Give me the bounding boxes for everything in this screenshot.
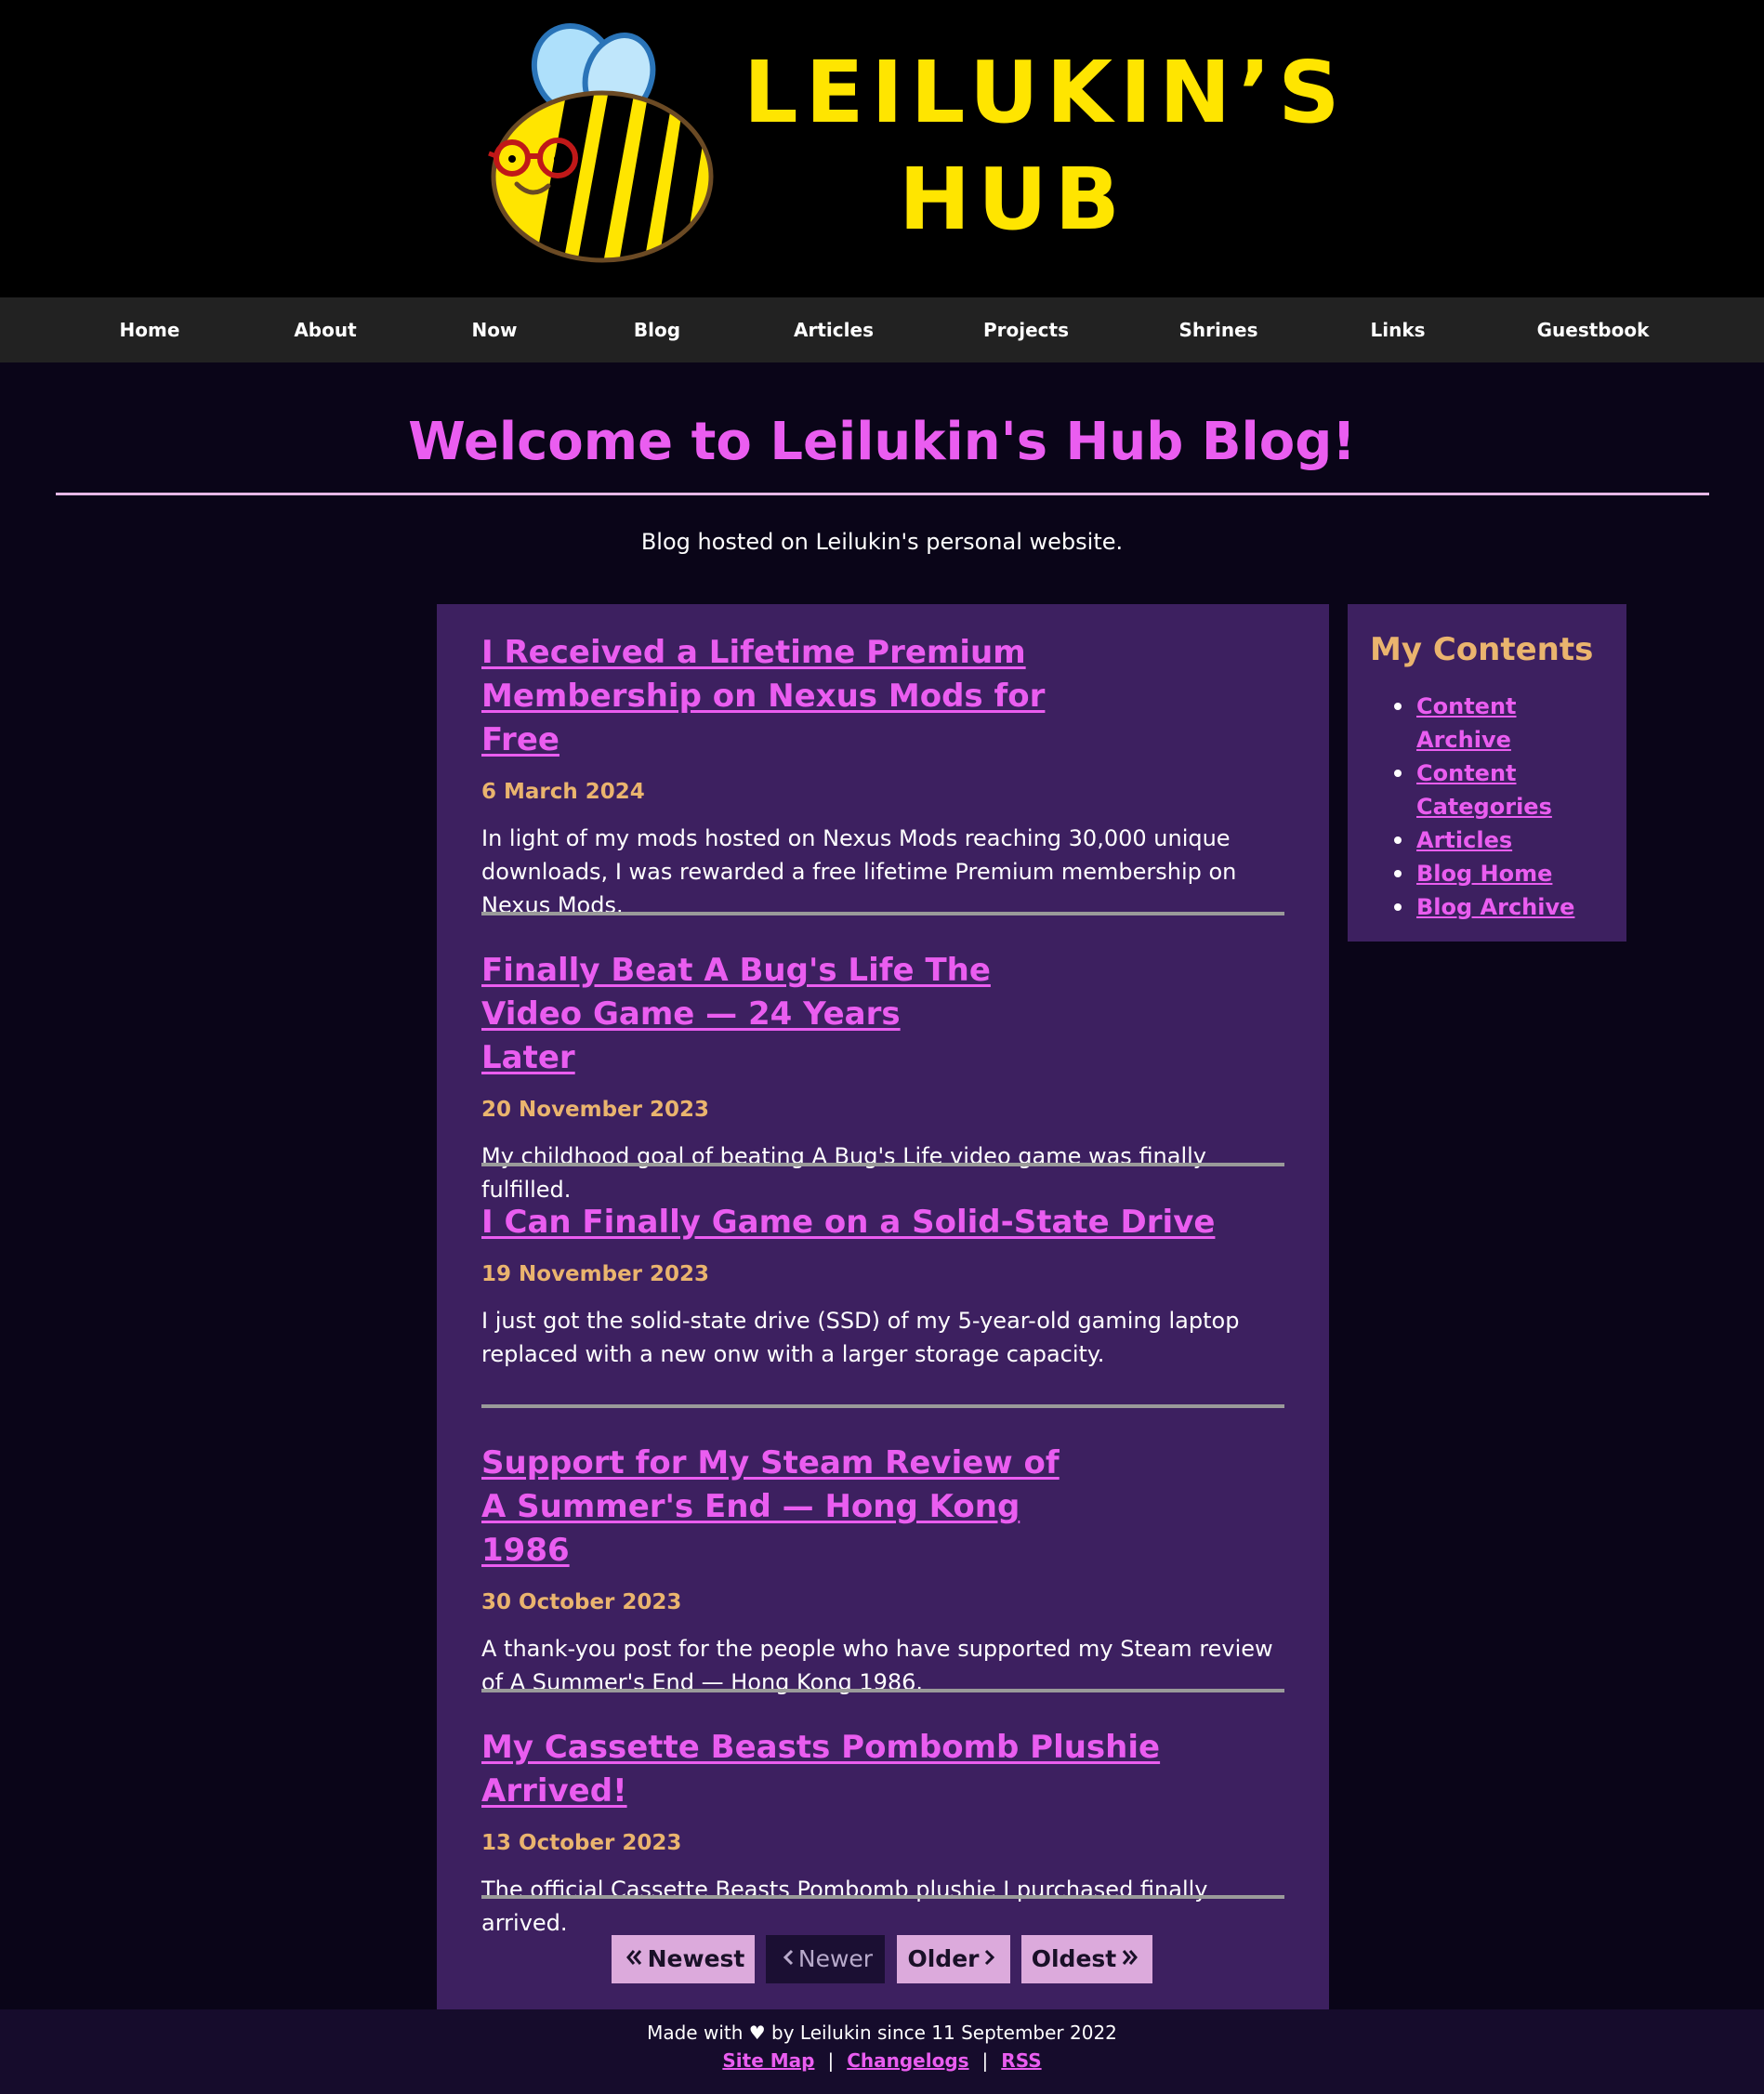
newest-label: Newest xyxy=(647,1945,745,1972)
nav-links[interactable]: Links xyxy=(1370,297,1425,362)
nav-home[interactable]: Home xyxy=(120,297,180,362)
double-chevron-left-icon xyxy=(625,1950,641,1965)
blog-post: My Cassette Beasts Pombomb Plushie Arriv… xyxy=(481,1726,1284,1940)
nav-articles[interactable]: Articles xyxy=(794,297,874,362)
sidebar-item-articles: Articles xyxy=(1394,823,1617,857)
bee-with-glasses-icon[interactable] xyxy=(481,19,723,265)
oldest-label: Oldest xyxy=(1031,1945,1117,1972)
sidebar-title: My Contents xyxy=(1370,631,1594,668)
post-date: 19 November 2023 xyxy=(481,1262,710,1286)
nav-about[interactable]: About xyxy=(294,297,356,362)
sidebar-item-content-categories: Content Categories xyxy=(1394,757,1617,823)
post-date: 20 November 2023 xyxy=(481,1098,710,1122)
sidebar-link-content-archive[interactable]: Content Archive xyxy=(1416,693,1517,753)
main-nav: Home About Now Blog Articles Projects Sh… xyxy=(0,297,1764,362)
post-divider xyxy=(481,1404,1284,1408)
nav-shrines[interactable]: Shrines xyxy=(1178,297,1257,362)
post-divider xyxy=(481,1689,1284,1692)
sidebar-my-contents: My Contents Content Archive Content Cate… xyxy=(1348,604,1626,942)
nav-now[interactable]: Now xyxy=(472,297,518,362)
sidebar-item-blog-home: Blog Home xyxy=(1394,857,1617,890)
blog-post: Finally Beat A Bug's Life The Video Game… xyxy=(481,949,1284,1206)
post-title-link[interactable]: My Cassette Beasts Pombomb Plushie Arriv… xyxy=(481,1726,1284,1813)
sidebar-item-blog-archive: Blog Archive xyxy=(1394,890,1617,924)
footer-separator: | xyxy=(981,2049,989,2072)
post-excerpt: In light of my mods hosted on Nexus Mods… xyxy=(481,825,1237,918)
post-title-link[interactable]: I Received a Lifetime Premium Membership… xyxy=(481,631,1095,762)
post-title-link[interactable]: I Can Finally Game on a Solid-State Driv… xyxy=(481,1201,1284,1245)
pagination: Newest Newer Older Oldest xyxy=(437,1935,1329,1983)
title-divider xyxy=(56,493,1709,495)
older-label: Older xyxy=(907,1945,980,1972)
site-title-line1: LEILUKIN’S xyxy=(744,43,1348,142)
post-divider xyxy=(481,1163,1284,1166)
post-excerpt: My childhood goal of beating A Bug's Lif… xyxy=(481,1143,1207,1203)
footer-link-changelogs[interactable]: Changelogs xyxy=(847,2049,968,2072)
post-excerpt: The official Cassette Beasts Pombomb plu… xyxy=(481,1877,1208,1936)
site-title: LEILUKIN’S HUB xyxy=(744,39,1348,253)
older-button[interactable]: Older xyxy=(897,1935,1010,1983)
site-header: LEILUKIN’S HUB xyxy=(0,0,1764,297)
post-title-link[interactable]: Support for My Steam Review of A Summer'… xyxy=(481,1442,1067,1573)
post-divider xyxy=(481,912,1284,915)
footer-link-site-map[interactable]: Site Map xyxy=(722,2049,814,2072)
footer-credit: Made with ♥ by Leilukin since 11 Septemb… xyxy=(647,2022,1117,2044)
footer-link-rss[interactable]: RSS xyxy=(1001,2049,1041,2072)
post-date: 6 March 2024 xyxy=(481,780,645,804)
footer-separator: | xyxy=(827,2049,835,2072)
chevron-left-icon xyxy=(783,1949,793,1966)
footer-links: Site Map | Changelogs | RSS xyxy=(0,2047,1764,2074)
newest-button[interactable]: Newest xyxy=(612,1935,755,1983)
post-title-link[interactable]: Finally Beat A Bug's Life The Video Game… xyxy=(481,949,1002,1080)
page-subtitle: Blog hosted on Leilukin's personal websi… xyxy=(640,529,1124,555)
blog-post: I Received a Lifetime Premium Membership… xyxy=(481,631,1284,922)
nav-guestbook[interactable]: Guestbook xyxy=(1537,297,1650,362)
page-title: Welcome to Leilukin's Hub Blog! xyxy=(408,412,1356,472)
blog-post: I Can Finally Game on a Solid-State Driv… xyxy=(481,1201,1284,1371)
post-date: 13 October 2023 xyxy=(481,1831,682,1855)
nav-projects[interactable]: Projects xyxy=(983,297,1069,362)
sidebar-link-articles[interactable]: Articles xyxy=(1416,827,1512,853)
sidebar-link-list: Content Archive Content Categories Artic… xyxy=(1394,690,1617,924)
oldest-button[interactable]: Oldest xyxy=(1021,1935,1152,1983)
sidebar-link-blog-home[interactable]: Blog Home xyxy=(1416,861,1552,887)
post-divider xyxy=(481,1895,1284,1899)
blog-post: Support for My Steam Review of A Summer'… xyxy=(481,1442,1284,1699)
post-date: 30 October 2023 xyxy=(481,1590,682,1614)
newer-button: Newer xyxy=(766,1935,885,1983)
blog-post-list: I Received a Lifetime Premium Membership… xyxy=(437,604,1329,2009)
post-excerpt: I just got the solid-state drive (SSD) o… xyxy=(481,1308,1240,1367)
sidebar-item-content-archive: Content Archive xyxy=(1394,690,1617,757)
chevron-right-icon xyxy=(984,1949,994,1966)
sidebar-link-content-categories[interactable]: Content Categories xyxy=(1416,760,1552,820)
double-chevron-right-icon xyxy=(1123,1950,1139,1965)
nav-blog[interactable]: Blog xyxy=(634,297,680,362)
sidebar-link-blog-archive[interactable]: Blog Archive xyxy=(1416,894,1574,920)
site-footer: Made with ♥ by Leilukin since 11 Septemb… xyxy=(0,2009,1764,2094)
site-title-line2: HUB xyxy=(899,150,1127,249)
newer-label: Newer xyxy=(797,1945,874,1972)
